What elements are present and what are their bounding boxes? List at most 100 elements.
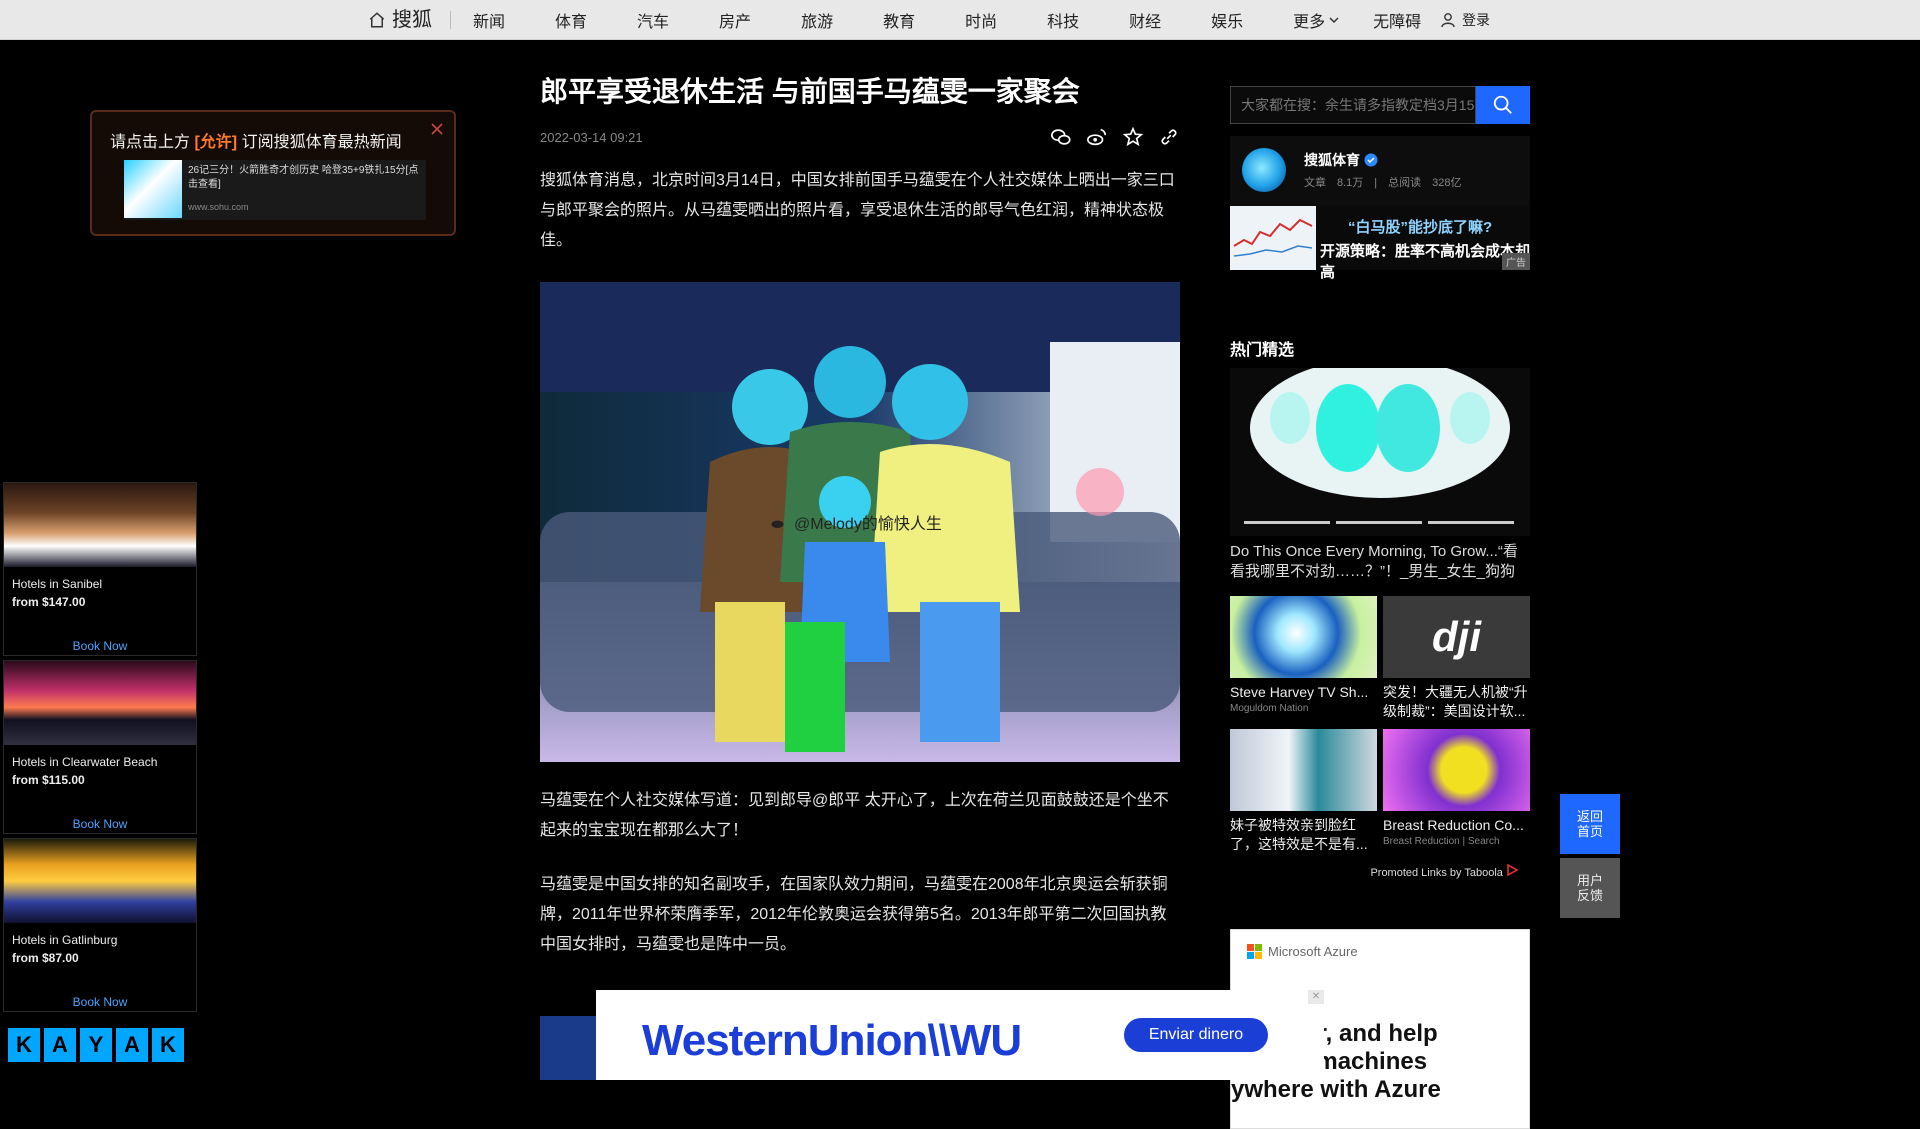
notice-card-domain: www.sohu.com <box>188 202 249 212</box>
book-now-link[interactable]: Book Now <box>4 995 196 1009</box>
article-paragraph: 搜狐体育消息，北京时间3月14日，中国女排前国手马蕴雯在个人社交媒体上晒出一家三… <box>540 172 1175 249</box>
promoted-image: dji <box>1383 596 1530 678</box>
hotel-ads: Hotels in Sanibel from $147.00 Book Now … <box>3 482 197 1016</box>
book-now-link[interactable]: Book Now <box>4 817 196 831</box>
nav-fashion[interactable]: 时尚 <box>965 8 997 32</box>
promoted-item[interactable]: dji 突发！大疆无人机被“升级制裁”：美国设计软... <box>1383 596 1530 721</box>
nav-ent[interactable]: 娱乐 <box>1211 8 1243 32</box>
close-icon[interactable]: ✕ <box>1308 990 1324 1004</box>
taboola-text: Promoted Links by Taboola <box>1370 867 1503 879</box>
promoted-image <box>1230 729 1377 811</box>
nav-finance[interactable]: 财经 <box>1129 8 1161 32</box>
sohu-logo[interactable]: 搜狐 <box>368 10 451 30</box>
send-money-button[interactable]: Enviar dinero <box>1124 1018 1268 1052</box>
hotel-price: from $147.00 <box>12 595 86 609</box>
login-label: 登录 <box>1462 12 1490 28</box>
nav-travel[interactable]: 旅游 <box>801 8 833 32</box>
author-name-text: 搜狐体育 <box>1304 152 1360 168</box>
photo-watermark-text: @Melody的愉快人生 <box>794 516 942 533</box>
kayak-letter: A <box>116 1028 148 1062</box>
nav-sports[interactable]: 体育 <box>555 8 587 32</box>
promoted-item[interactable]: 妹子被特效亲到脸红了，这特效是不是有... <box>1230 729 1377 854</box>
chevron-down-icon <box>1329 17 1339 24</box>
promoted-item[interactable]: Breast Reduction Co... Breast Reduction … <box>1383 729 1530 854</box>
wechat-icon[interactable] <box>1050 126 1072 148</box>
featured-thumbnail[interactable] <box>1230 368 1530 536</box>
author-name[interactable]: 搜狐体育 <box>1304 150 1378 170</box>
western-union-logo: WesternUnion\\WU <box>642 1016 1022 1065</box>
notice-thumbnail <box>124 160 182 218</box>
microsoft-logo-icon <box>1247 944 1262 959</box>
hotel-ad[interactable]: Hotels in Clearwater Beach from $115.00 … <box>3 660 197 834</box>
notice-allow[interactable]: [允许] <box>194 134 237 151</box>
hotel-name: Hotels in Gatlinburg <box>12 933 118 947</box>
hotel-image <box>4 661 196 745</box>
ad-subline: 开源策略：胜率不高机会成本却高 <box>1320 243 1531 281</box>
photo-watermark: @Melody的愉快人生 <box>770 510 942 534</box>
promoted-caption: 突发！大疆无人机被“升级制裁”：美国设计软... <box>1383 684 1528 719</box>
carousel-dot[interactable] <box>1244 521 1330 524</box>
back-to-home-button[interactable]: 返回 首页 <box>1560 794 1620 854</box>
promoted-caption: Steve Harvey TV Sh... <box>1230 684 1369 700</box>
star-plus-icon[interactable] <box>1122 126 1144 148</box>
western-union-ad[interactable]: WesternUnion\\WU Enviar dinero ✕ <box>596 990 1324 1080</box>
nav-accessibility[interactable]: 无障碍 <box>1373 8 1421 32</box>
taboola-credit[interactable]: Promoted Links by Taboola <box>1230 863 1530 879</box>
promoted-image <box>1230 596 1377 678</box>
share-bar <box>1050 126 1180 148</box>
nav-edu[interactable]: 教育 <box>883 8 915 32</box>
azure-brand-text: Microsoft Azure <box>1268 944 1358 959</box>
kayak-logo[interactable]: K A Y A K <box>8 1028 184 1062</box>
hotel-image <box>4 839 196 923</box>
promoted-source: Moguldom Nation <box>1230 703 1309 714</box>
nav-auto[interactable]: 汽车 <box>637 8 669 32</box>
weibo-icon[interactable] <box>1086 126 1108 148</box>
promoted-item[interactable]: Steve Harvey TV Sh... Moguldom Nation <box>1230 596 1377 721</box>
home-icon <box>369 12 385 28</box>
login-button[interactable]: 登录 <box>1440 0 1490 40</box>
hotel-image <box>4 483 196 567</box>
nav-news[interactable]: 新闻 <box>473 8 505 32</box>
finance-ad-banner[interactable]: “白马股”能抄底了嘛? 开源策略：胜率不高机会成本却高 广告 <box>1230 206 1530 281</box>
search-input[interactable]: 大家都在搜：余生请多指教定档3月15日 <box>1230 86 1476 124</box>
link-icon[interactable] <box>1158 126 1180 148</box>
nav-more[interactable]: 更多 <box>1293 8 1339 32</box>
hotel-price: from $87.00 <box>12 951 79 965</box>
author-avatar[interactable] <box>1242 148 1286 192</box>
search-button[interactable] <box>1476 86 1530 124</box>
featured-caption[interactable]: Do This Once Every Morning, To Grow...“看… <box>1230 542 1530 582</box>
hotel-ad[interactable]: Hotels in Sanibel from $147.00 Book Now <box>3 482 197 656</box>
hotel-ad[interactable]: Hotels in Gatlinburg from $87.00 Book No… <box>3 838 197 1012</box>
carousel-dot[interactable] <box>1428 521 1514 524</box>
article-paragraph: 马蕴雯是中国女排的知名副攻手，在国家队效力期间，马蕴雯在2008年北京奥运会斩获… <box>540 876 1168 953</box>
ad-headline: “白马股”能抄底了嘛? <box>1348 219 1493 236</box>
featured-image <box>1230 368 1530 536</box>
feedback-button[interactable]: 用户 反馈 <box>1560 858 1620 918</box>
carousel-dot[interactable] <box>1336 521 1422 524</box>
notice-prefix: 请点击上方 <box>110 134 195 151</box>
nav-house[interactable]: 房产 <box>719 8 751 32</box>
search-box: 大家都在搜：余生请多指教定档3月15日 <box>1230 86 1530 124</box>
author-stats: 文章 8.1万 | 总阅读 328亿 <box>1304 177 1462 189</box>
nav-more-label: 更多 <box>1293 14 1326 31</box>
article-photo[interactable]: @Melody的愉快人生 <box>540 282 1180 762</box>
article-paragraph: 马蕴雯在个人社交媒体写道：见到郎导@郎平 太开心了，上次在荷兰见面鼓鼓还是个坐不… <box>540 792 1169 839</box>
top-nav: 搜狐 新闻 体育 汽车 房产 旅游 教育 时尚 科技 财经 娱乐 更多 无障碍 … <box>0 0 1920 40</box>
author-card[interactable]: 搜狐体育 文章 8.1万 | 总阅读 328亿 <box>1230 136 1530 206</box>
promoted-source: Breast Reduction | Search <box>1383 836 1500 847</box>
notice-suffix: 订阅搜狐体育最热新闻 <box>237 134 402 151</box>
nav-tech[interactable]: 科技 <box>1047 8 1079 32</box>
user-icon <box>1441 13 1455 28</box>
notice-news-card[interactable]: 26记三分！火箭胜奇才创历史 哈登35+9铁扎15分[点击查看] www.soh… <box>124 160 426 220</box>
close-icon[interactable] <box>428 120 446 138</box>
article-date: 2022-03-14 09:21 <box>540 130 643 145</box>
hotel-price: from $115.00 <box>12 773 85 787</box>
verified-icon <box>1364 153 1378 167</box>
search-icon <box>1493 95 1512 114</box>
kayak-letter: K <box>152 1028 184 1062</box>
notice-card-text: 26记三分！火箭胜奇才创历史 哈登35+9铁扎15分[点击查看] <box>188 165 419 190</box>
right-sidebar: 大家都在搜：余生请多指教定档3月15日 搜狐体育 文章 8.1万 | 总阅读 3… <box>1230 86 1530 1129</box>
promoted-caption: Breast Reduction Co... <box>1383 817 1524 833</box>
book-now-link[interactable]: Book Now <box>4 639 196 653</box>
taboola-logo-icon <box>1507 863 1519 877</box>
